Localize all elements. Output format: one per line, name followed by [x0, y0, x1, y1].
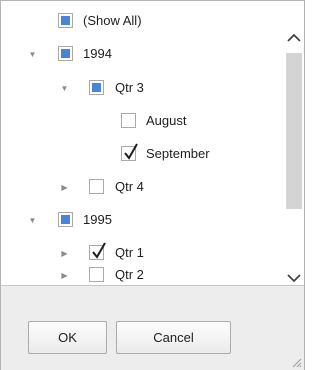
checkmark-icon [92, 242, 106, 259]
triangle-down-icon[interactable]: ▼ [28, 50, 37, 59]
year-1994-checkbox[interactable] [58, 46, 73, 61]
tree-item-qtr4-1994[interactable]: ▶ Qtr 4 [1, 171, 281, 204]
tree-item-label: August [146, 113, 187, 128]
resize-grip-icon[interactable] [290, 356, 302, 368]
qtr1-checkbox[interactable] [89, 242, 106, 260]
tree-item-qtr3-1994[interactable]: ▼ Qtr 3 [1, 72, 281, 105]
tree-item-label: Qtr 2 [115, 267, 144, 282]
tree-item-september[interactable]: September [1, 138, 281, 171]
tree-item-label: Qtr 3 [115, 80, 144, 95]
qtr3-checkbox[interactable] [89, 80, 104, 95]
tree-item-label: 1995 [83, 212, 112, 227]
tree-item-label: Qtr 4 [115, 179, 144, 194]
cancel-button[interactable]: Cancel [116, 321, 231, 354]
tree-item-label: September [146, 146, 210, 161]
tree-item-label: 1994 [83, 46, 112, 61]
filter-popup: (Show All) ▼ 1994 ▼ Qtr 3 August Septemb… [0, 0, 305, 370]
tree-item-1994[interactable]: ▼ 1994 [1, 38, 281, 71]
triangle-down-icon[interactable]: ▼ [28, 216, 37, 225]
triangle-right-icon[interactable]: ▶ [60, 249, 69, 258]
filter-tree: (Show All) ▼ 1994 ▼ Qtr 3 August Septemb… [1, 1, 281, 285]
triangle-right-icon[interactable]: ▶ [60, 271, 69, 280]
chevron-down-icon [286, 274, 301, 283]
tree-item-1995[interactable]: ▼ 1995 [1, 204, 281, 237]
tree-item-show-all[interactable]: (Show All) [1, 5, 281, 38]
triangle-right-icon[interactable]: ▶ [60, 183, 69, 192]
tree-item-august[interactable]: August [1, 105, 281, 138]
vertical-scrollbar[interactable] [283, 1, 304, 285]
scroll-thumb[interactable] [286, 53, 302, 209]
chevron-up-icon [286, 33, 301, 42]
ok-button[interactable]: OK [28, 321, 107, 354]
tree-item-label: (Show All) [83, 13, 142, 28]
september-checkbox[interactable] [121, 143, 138, 161]
qtr2-checkbox[interactable] [89, 267, 104, 282]
qtr4-checkbox[interactable] [89, 179, 104, 194]
checkmark-icon [124, 143, 138, 160]
august-checkbox[interactable] [121, 113, 136, 128]
scroll-up-button[interactable] [283, 27, 304, 49]
tree-item-qtr2-1995[interactable]: ▶ Qtr 2 [1, 259, 281, 285]
triangle-down-icon[interactable]: ▼ [60, 84, 69, 93]
year-1995-checkbox[interactable] [58, 212, 73, 227]
popup-footer: OK Cancel [1, 285, 304, 370]
show-all-checkbox[interactable] [58, 13, 73, 28]
